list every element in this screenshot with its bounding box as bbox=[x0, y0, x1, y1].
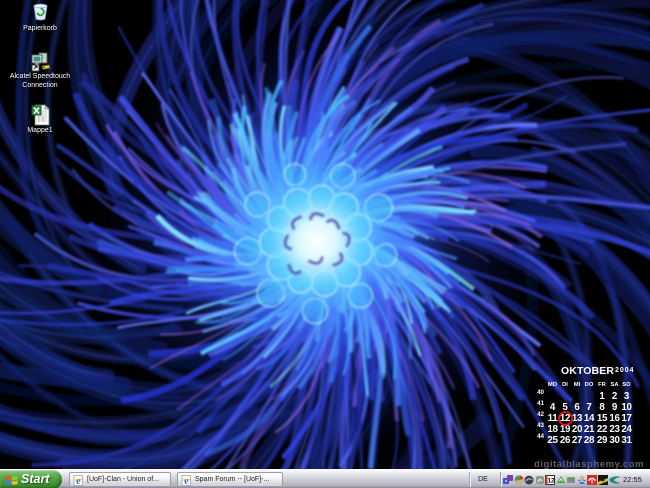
svg-text:e: e bbox=[184, 476, 189, 486]
svg-text:12: 12 bbox=[547, 477, 555, 484]
svg-text:e: e bbox=[76, 476, 81, 486]
